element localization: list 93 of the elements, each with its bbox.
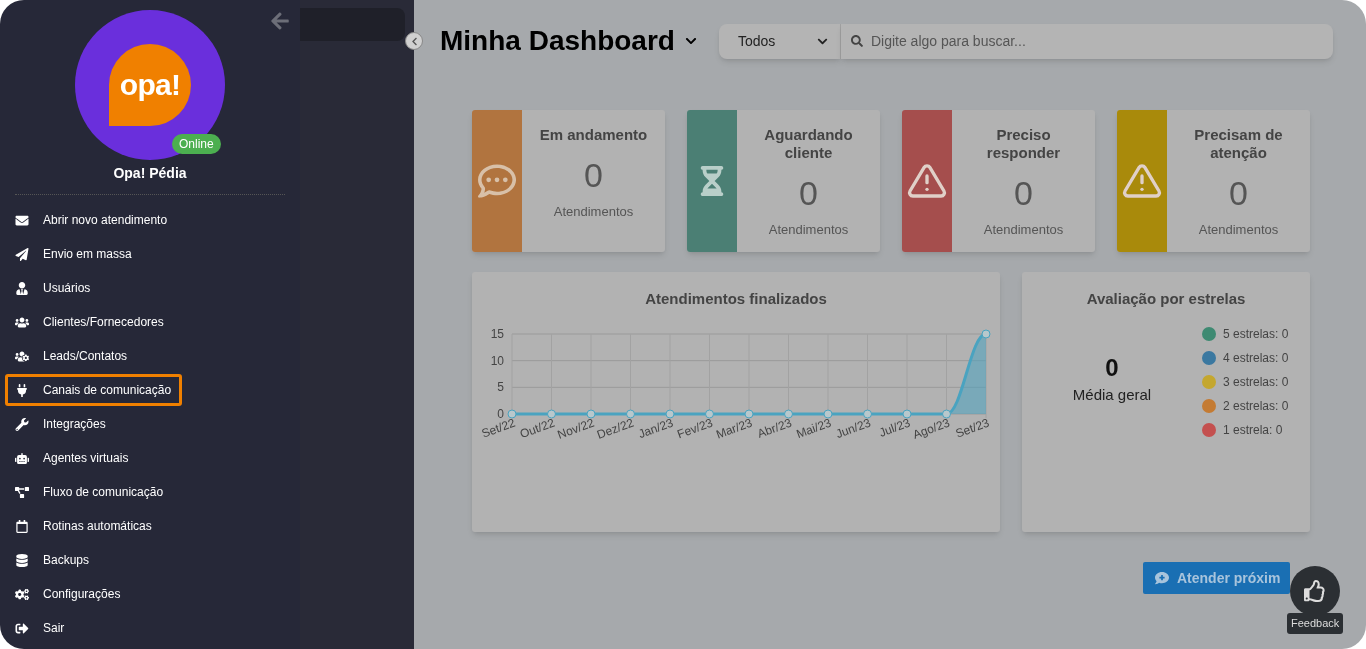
card-title: Precisam de atenção xyxy=(1193,126,1284,162)
card-unit: Atendimentos xyxy=(768,221,849,239)
filter-select[interactable]: Todos xyxy=(718,23,841,59)
menu-icon xyxy=(15,315,29,329)
warning-icon xyxy=(1122,161,1162,201)
data-point xyxy=(586,409,596,418)
axis-label: Fev/23 xyxy=(675,415,715,441)
card-unit: Atendimentos xyxy=(553,203,634,221)
axis-label: Mar/23 xyxy=(714,415,755,442)
menu-icon xyxy=(15,587,29,601)
average-label: Média geral xyxy=(1072,385,1152,406)
card-title: Preciso responder xyxy=(985,126,1062,162)
card-value: 0 xyxy=(1014,176,1033,210)
card-value: 0 xyxy=(1229,176,1248,210)
status-badge: Online xyxy=(172,134,221,154)
menu-item[interactable]: Clientes/Fornecedores xyxy=(5,306,175,338)
average-value: 0 xyxy=(1105,356,1119,381)
back-arrow-icon[interactable] xyxy=(270,11,290,31)
axis-label: Jul/23 xyxy=(877,415,913,440)
menu-icon xyxy=(15,417,29,431)
menu-icon xyxy=(15,247,29,261)
axis-label: Mai/23 xyxy=(794,415,834,441)
menu-icon xyxy=(15,213,29,227)
chevron-down-icon[interactable] xyxy=(684,35,697,47)
warning-icon xyxy=(907,161,947,201)
data-point xyxy=(547,409,556,418)
axis-label: Jan/23 xyxy=(636,415,676,441)
menu-item[interactable]: Agentes virtuais xyxy=(5,442,140,474)
search-field[interactable]: Digite algo para buscar... xyxy=(840,23,1333,59)
logo-text: opa! xyxy=(119,70,181,100)
card-unit: Atendimentos xyxy=(983,221,1064,239)
chat-plus-icon xyxy=(1155,571,1169,585)
axis-label: Dez/22 xyxy=(595,415,636,442)
axis-label: Abr/23 xyxy=(755,415,794,441)
card-unit: Atendimentos xyxy=(1198,221,1279,239)
menu-item[interactable]: Canais de comunicação xyxy=(5,374,183,406)
search-icon xyxy=(850,34,863,47)
legend-label: 2 estrelas: 0 xyxy=(1223,397,1289,415)
chart-title: Atendimentos finalizados xyxy=(645,289,827,309)
menu-item[interactable]: Abrir novo atendimento xyxy=(5,204,179,236)
legend-label: 4 estrelas: 0 xyxy=(1223,349,1289,367)
card-title: Em andamento xyxy=(538,126,649,144)
card-value: 0 xyxy=(799,176,818,210)
legend-label: 5 estrelas: 0 xyxy=(1223,325,1289,343)
data-point xyxy=(626,409,635,418)
menu-item[interactable]: Backups xyxy=(5,544,101,576)
legend-label: 1 estrela: 0 xyxy=(1223,421,1283,439)
ratings-title: Avaliação por estrelas xyxy=(1086,289,1246,309)
menu-item[interactable]: Envio em massa xyxy=(5,238,143,270)
card-value: 0 xyxy=(584,158,603,192)
menu-item[interactable]: Configurações xyxy=(5,578,132,610)
thumbs-up-icon xyxy=(1304,580,1327,602)
data-point xyxy=(507,409,517,418)
legend-label: 3 estrelas: 0 xyxy=(1223,373,1289,391)
menu-icon xyxy=(15,519,29,533)
axis-label: 0 xyxy=(497,406,504,421)
axis-label: Ago/23 xyxy=(911,415,952,442)
data-point xyxy=(902,409,912,418)
axis-label: 5 xyxy=(497,379,504,394)
card-title: Aguardando cliente xyxy=(763,126,854,162)
menu-item[interactable]: Sair xyxy=(5,612,76,644)
menu-icon xyxy=(15,451,29,465)
feedback-button[interactable] xyxy=(1290,566,1341,616)
menu-icon xyxy=(15,281,29,295)
axis-label: Jun/23 xyxy=(833,415,873,441)
data-point xyxy=(823,409,833,418)
menu-item[interactable]: Fluxo de comunicação xyxy=(5,476,175,508)
data-point xyxy=(705,409,714,418)
menu-icon xyxy=(15,485,29,499)
menu-icon xyxy=(15,621,29,635)
profile-name: Opa! Pédia xyxy=(113,164,187,183)
axis-label: 15 xyxy=(490,326,504,341)
data-point xyxy=(784,409,793,418)
menu-icon xyxy=(15,349,29,363)
page-title: Minha Dashboard xyxy=(440,27,675,55)
data-point xyxy=(942,409,951,418)
axis-label: Nov/22 xyxy=(555,415,597,442)
speech-bubble-icon xyxy=(478,162,516,200)
axis-label: 10 xyxy=(490,353,504,368)
data-point xyxy=(665,409,675,418)
menu-icon xyxy=(15,383,29,397)
menu-item[interactable]: Rotinas automáticas xyxy=(5,510,163,542)
axis-label: Out/22 xyxy=(517,415,557,441)
data-point xyxy=(863,409,872,418)
menu-item[interactable]: Leads/Contatos xyxy=(5,340,139,372)
menu-item[interactable]: Usuários xyxy=(5,272,102,304)
menu-icon xyxy=(15,553,29,567)
chevron-left-icon xyxy=(409,36,419,46)
data-point xyxy=(981,329,991,338)
data-point xyxy=(744,409,754,418)
feedback-label: Feedback xyxy=(1287,613,1344,634)
menu-item[interactable]: Integrações xyxy=(5,408,117,440)
axis-label: Set/23 xyxy=(953,415,992,441)
